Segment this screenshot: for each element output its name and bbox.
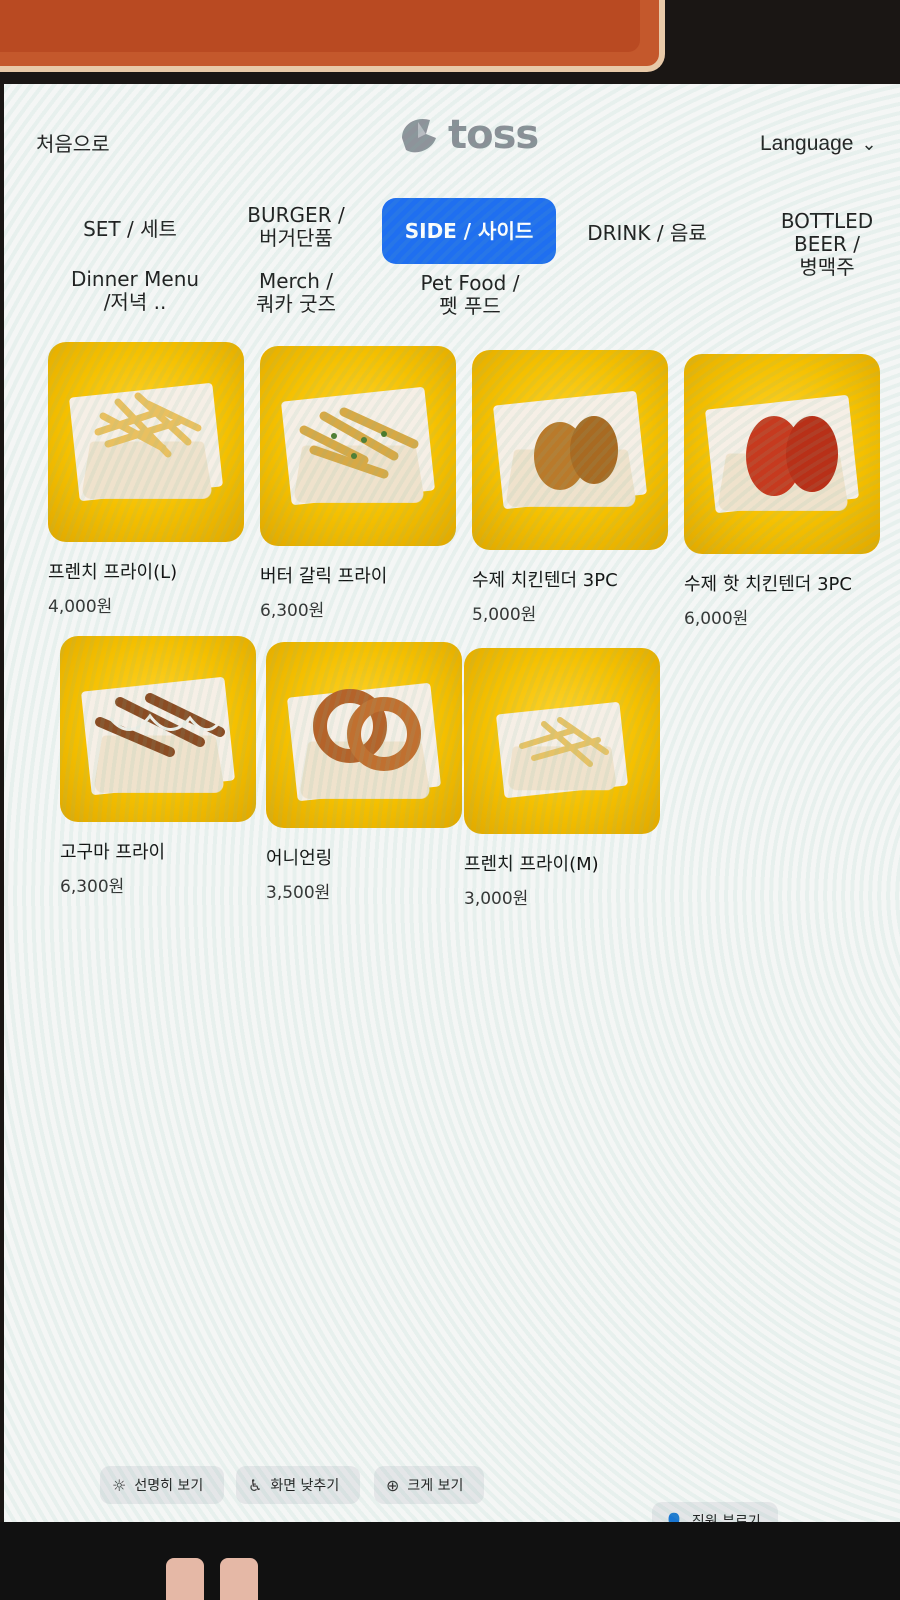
lower-screen-button[interactable]: ♿ 화면 낮추기 xyxy=(236,1466,360,1504)
tab-label: Dinner Menu /저녁 .. xyxy=(70,267,200,314)
product-name: 수제 치킨텐더 3PC xyxy=(472,570,618,591)
top-sign-face xyxy=(0,0,640,52)
tab-label: DRINK / 음료 xyxy=(587,221,707,245)
product-card[interactable]: 어니언링 3,500원 xyxy=(266,642,462,903)
toss-logo: toss xyxy=(396,112,539,158)
product-name: 고구마 프라이 xyxy=(60,842,166,863)
tab-burger[interactable]: BURGER / 버거단품 xyxy=(236,204,356,250)
tab-label: Merch / 쿼카 굿즈 xyxy=(256,269,336,316)
tab-label: SIDE / 사이드 xyxy=(404,218,534,243)
toss-logo-icon xyxy=(402,118,436,153)
onion-ring-image xyxy=(313,689,421,771)
product-price: 3,500원 xyxy=(266,883,331,903)
product-image xyxy=(464,648,660,834)
product-price: 3,000원 xyxy=(464,889,529,909)
tab-label: BURGER / 버거단품 xyxy=(247,203,345,250)
header: 처음으로 toss Language ⌄ xyxy=(4,84,900,194)
product-card[interactable]: 수제 핫 치킨텐더 3PC 6,000원 xyxy=(684,354,880,629)
product-price: 6,000원 xyxy=(684,609,749,629)
tab-bottled-beer[interactable]: BOTTLED BEER / 병맥주 xyxy=(752,210,900,279)
tab-label: SET / 세트 xyxy=(83,217,177,241)
home-button[interactable]: 처음으로 xyxy=(36,128,110,157)
product-price: 5,000원 xyxy=(472,605,537,625)
kiosk-screen: 처음으로 toss Language ⌄ SET / 세트 BURGER / 버거… xyxy=(4,84,900,1560)
tab-set[interactable]: SET / 세트 xyxy=(70,218,190,241)
product-image xyxy=(266,642,462,828)
fries-image xyxy=(519,717,609,767)
tab-side[interactable]: SIDE / 사이드 xyxy=(382,198,556,264)
sun-icon: ☼ xyxy=(112,1475,127,1495)
product-card[interactable]: 고구마 프라이 6,300원 xyxy=(60,636,256,897)
product-card[interactable]: 버터 갈릭 프라이 6,300원 xyxy=(260,346,456,621)
bezel-key xyxy=(220,1558,258,1600)
product-card[interactable]: 수제 치킨텐더 3PC 5,000원 xyxy=(472,350,668,625)
zoom-button[interactable]: ⊕ 크게 보기 xyxy=(374,1466,484,1504)
zoom-icon: ⊕ xyxy=(386,1475,400,1495)
zoom-label: 크게 보기 xyxy=(407,1478,464,1494)
product-card[interactable]: 프렌치 프라이(M) 3,000원 xyxy=(464,648,660,909)
tab-dinner-menu[interactable]: Dinner Menu /저녁 .. xyxy=(70,268,200,314)
tab-pet-food[interactable]: Pet Food / 펫 푸드 xyxy=(408,272,532,318)
product-name: 프렌치 프라이(L) xyxy=(48,562,178,583)
fries-image xyxy=(94,392,202,458)
garlic-fries-image xyxy=(299,407,419,479)
wheelchair-icon: ♿ xyxy=(248,1475,263,1495)
product-name: 수제 핫 치킨텐더 3PC xyxy=(684,574,852,595)
product-card[interactable]: 프렌치 프라이(L) 4,000원 xyxy=(48,342,244,617)
tab-label: BOTTLED BEER / 병맥주 xyxy=(780,209,874,279)
bottom-bezel xyxy=(0,1522,900,1600)
product-price: 6,300원 xyxy=(260,601,325,621)
product-price: 4,000원 xyxy=(48,597,113,617)
hot-chicken-tender-image xyxy=(746,416,838,496)
bezel-key xyxy=(166,1558,204,1600)
product-image xyxy=(60,636,256,822)
chevron-down-icon: ⌄ xyxy=(861,133,877,154)
product-image xyxy=(260,346,456,546)
tab-label: Pet Food / 펫 푸드 xyxy=(420,271,520,318)
language-selector[interactable]: Language ⌄ xyxy=(760,132,877,156)
logo-text: toss xyxy=(448,112,539,158)
product-price: 6,300원 xyxy=(60,877,125,897)
product-image xyxy=(684,354,880,554)
tab-merch[interactable]: Merch / 쿼카 굿즈 xyxy=(230,270,362,316)
brightness-label: 선명히 보기 xyxy=(134,1478,204,1494)
product-image xyxy=(48,342,244,542)
product-name: 프렌치 프라이(M) xyxy=(464,854,599,875)
product-image xyxy=(472,350,668,550)
sweet-potato-fries-image xyxy=(95,693,225,757)
lower-screen-label: 화면 낮추기 xyxy=(270,1478,340,1494)
language-label: Language xyxy=(760,132,854,155)
chicken-tender-image xyxy=(534,416,618,490)
brightness-button[interactable]: ☼ 선명히 보기 xyxy=(100,1466,224,1504)
product-name: 어니언링 xyxy=(266,848,333,869)
product-name: 버터 갈릭 프라이 xyxy=(260,566,388,587)
top-sign xyxy=(0,0,665,72)
tab-drink[interactable]: DRINK / 음료 xyxy=(582,222,712,245)
